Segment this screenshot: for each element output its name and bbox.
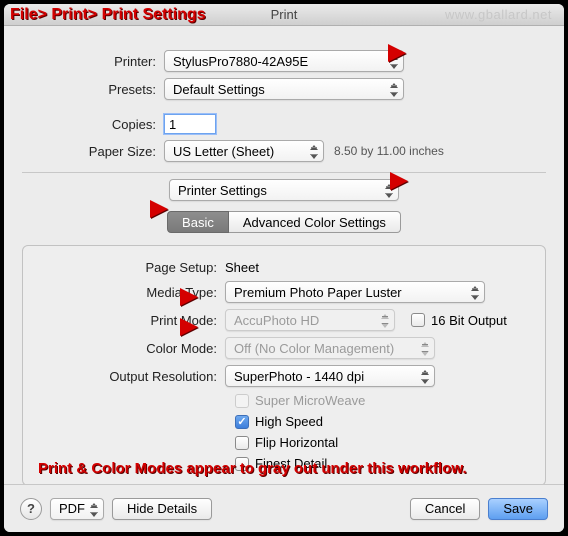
printer-settings-group: Page Setup: Sheet Media Type: Premium Ph… (22, 245, 546, 486)
settings-tabs: Basic Advanced Color Settings (4, 211, 564, 233)
paper-size-label: Paper Size: (4, 144, 164, 159)
print-mode-select: AccuPhoto HD (225, 309, 395, 331)
hide-details-label: Hide Details (127, 501, 197, 516)
media-type-label: Media Type: (35, 285, 225, 300)
hide-details-button[interactable]: Hide Details (112, 498, 212, 520)
divider (22, 172, 546, 173)
cancel-button[interactable]: Cancel (410, 498, 480, 520)
flip-horizontal-checkbox[interactable]: Flip Horizontal (235, 435, 533, 450)
checkbox-icon (235, 457, 249, 471)
high-speed-label: High Speed (255, 414, 323, 429)
output-resolution-select[interactable]: SuperPhoto - 1440 dpi (225, 365, 435, 387)
tab-basic[interactable]: Basic (167, 211, 229, 233)
paper-size-select[interactable]: US Letter (Sheet) (164, 140, 324, 162)
print-dialog: Print www.gballard.net Printer: StylusPr… (4, 4, 564, 532)
copies-label: Copies: (4, 117, 164, 132)
color-mode-value: Off (No Color Management) (234, 341, 394, 356)
page-setup-value: Sheet (225, 260, 259, 275)
copies-input[interactable] (164, 114, 216, 134)
page-setup-label: Page Setup: (35, 260, 225, 275)
paper-size-hint: 8.50 by 11.00 inches (334, 144, 444, 158)
options-stack: Super MicroWeave High Speed Flip Horizon… (235, 393, 533, 471)
titlebar: Print www.gballard.net (4, 4, 564, 26)
presets-label: Presets: (4, 82, 164, 97)
updown-icon (469, 284, 481, 302)
save-label: Save (503, 501, 533, 516)
watermark: www.gballard.net (445, 4, 552, 26)
dialog-body: Printer: StylusPro7880-42A95E Presets: D… (4, 26, 564, 486)
cancel-label: Cancel (425, 501, 465, 516)
tab-advanced-label: Advanced Color Settings (243, 215, 386, 230)
updown-icon (383, 182, 395, 200)
output-resolution-label: Output Resolution: (35, 369, 225, 384)
sixteen-bit-checkbox[interactable]: 16 Bit Output (411, 313, 507, 328)
panel-select[interactable]: Printer Settings (169, 179, 399, 201)
color-mode-select: Off (No Color Management) (225, 337, 435, 359)
checkbox-icon (411, 313, 425, 327)
media-type-select[interactable]: Premium Photo Paper Luster (225, 281, 485, 303)
print-mode-value: AccuPhoto HD (234, 313, 319, 328)
updown-icon (388, 53, 400, 71)
print-mode-label: Print Mode: (35, 313, 225, 328)
super-microweave-checkbox: Super MicroWeave (235, 393, 533, 408)
pdf-menu[interactable]: PDF (50, 498, 104, 520)
checkbox-icon (235, 436, 249, 450)
save-button[interactable]: Save (488, 498, 548, 520)
sixteen-bit-label: 16 Bit Output (431, 313, 507, 328)
paper-size-value: US Letter (Sheet) (173, 144, 274, 159)
chevron-down-icon (88, 501, 100, 519)
printer-select[interactable]: StylusPro7880-42A95E (164, 50, 404, 72)
updown-icon (419, 368, 431, 386)
updown-icon (419, 340, 431, 358)
window-title: Print (271, 7, 298, 22)
checkbox-icon (235, 415, 249, 429)
media-type-value: Premium Photo Paper Luster (234, 285, 402, 300)
tab-basic-label: Basic (182, 215, 214, 230)
help-icon: ? (27, 501, 35, 516)
panel-value: Printer Settings (178, 183, 267, 198)
checkbox-icon (235, 394, 249, 408)
help-button[interactable]: ? (20, 498, 42, 520)
updown-icon (379, 312, 391, 330)
color-mode-label: Color Mode: (35, 341, 225, 356)
flip-horizontal-label: Flip Horizontal (255, 435, 338, 450)
output-resolution-value: SuperPhoto - 1440 dpi (234, 369, 364, 384)
updown-icon (308, 143, 320, 161)
finest-detail-checkbox[interactable]: Finest Detail (235, 456, 533, 471)
tab-advanced-color-settings[interactable]: Advanced Color Settings (229, 211, 401, 233)
super-microweave-label: Super MicroWeave (255, 393, 365, 408)
dialog-footer: ? PDF Hide Details Cancel Save (4, 484, 564, 532)
presets-value: Default Settings (173, 82, 265, 97)
pdf-label: PDF (59, 501, 85, 516)
presets-select[interactable]: Default Settings (164, 78, 404, 100)
printer-label: Printer: (4, 54, 164, 69)
finest-detail-label: Finest Detail (255, 456, 327, 471)
printer-value: StylusPro7880-42A95E (173, 54, 308, 69)
updown-icon (388, 81, 400, 99)
high-speed-checkbox[interactable]: High Speed (235, 414, 533, 429)
